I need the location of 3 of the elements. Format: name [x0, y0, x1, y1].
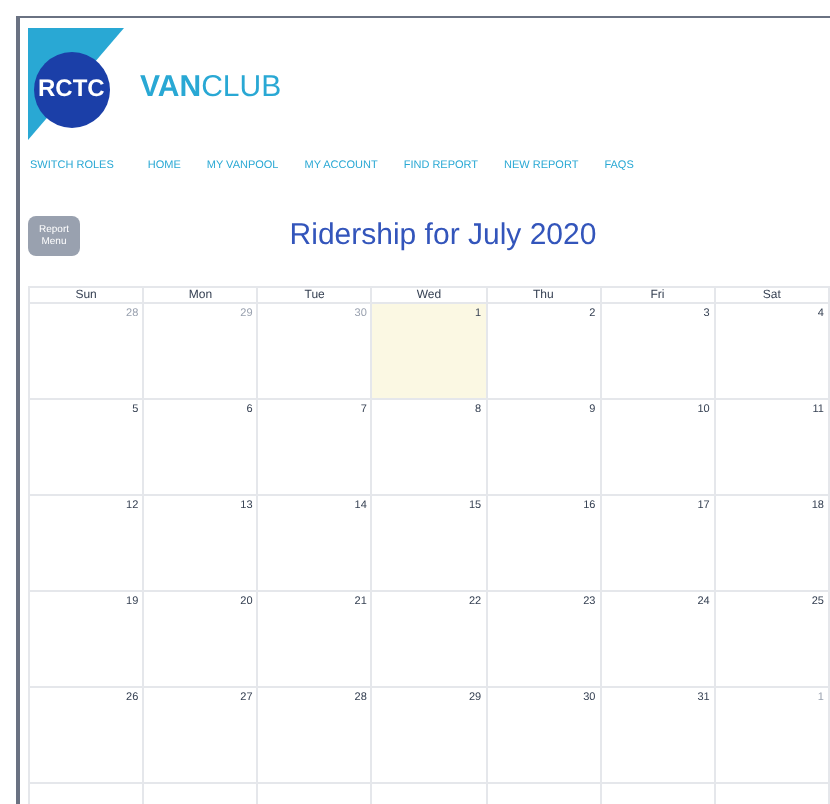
logo-badge-text: RCTC — [38, 76, 105, 100]
page-title: Ridership for July 2020 — [287, 216, 599, 256]
brand-name: VANCLUB — [140, 67, 282, 108]
